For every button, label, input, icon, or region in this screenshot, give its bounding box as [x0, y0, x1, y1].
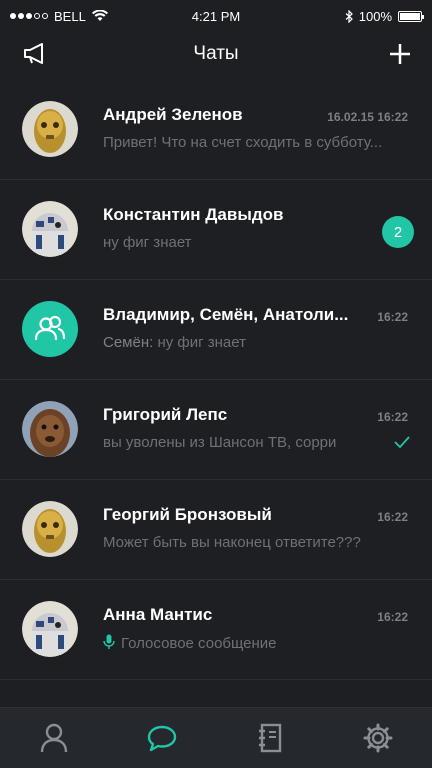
chat-list: Андрей Зеленов 16.02.15 16:22 Привет! Чт… — [0, 80, 432, 680]
message-text: ну фиг знает — [157, 334, 246, 351]
message-time: 16:22 — [377, 310, 408, 324]
tab-address-book[interactable] — [216, 708, 324, 768]
gear-icon — [363, 723, 393, 753]
message-time: 16.02.15 16:22 — [327, 110, 408, 124]
message-text: Голосовое сообщение — [121, 635, 277, 652]
sender-name: Семён: — [103, 334, 154, 351]
contact-name: Владимир, Семён, Анатоли... — [103, 305, 349, 324]
battery-percent: 100% — [358, 8, 392, 24]
chat-item[interactable]: Григорий Лепс 16:22 вы уволены из Шансон… — [0, 380, 432, 480]
unread-badge: 2 — [382, 216, 414, 248]
message-preview: Голосовое сообщение — [103, 634, 277, 652]
contact-name: Георгий Бронзовый — [103, 505, 272, 524]
person-icon — [40, 723, 68, 753]
signal-strength-icon — [10, 13, 48, 19]
chat-item[interactable]: Анна Мантис 16:22 Голосовое сообщение — [0, 580, 432, 680]
status-right: 100% — [345, 8, 424, 24]
tab-bar — [0, 707, 432, 768]
message-time: 16:22 — [377, 510, 408, 524]
chat-item[interactable]: Константин Давыдов ну фиг знает 2 — [0, 180, 432, 280]
plus-icon[interactable] — [388, 42, 412, 66]
notebook-icon — [259, 723, 282, 753]
group-icon — [22, 301, 78, 357]
page-title: Чаты — [193, 43, 239, 64]
microphone-icon — [103, 634, 115, 649]
gold-robot-avatar — [22, 501, 78, 557]
astromech-robot-avatar — [22, 601, 78, 657]
tab-settings[interactable] — [324, 708, 432, 768]
battery-icon — [398, 10, 424, 22]
chat-item[interactable]: Георгий Бронзовый 16:22 Может быть вы на… — [0, 480, 432, 580]
status-bar: BELL 4:21 PM 100% — [0, 0, 432, 32]
tab-chats[interactable] — [108, 708, 216, 768]
contact-name: Григорий Лепс — [103, 405, 228, 424]
message-preview: Может быть вы наконец ответите??? — [103, 534, 361, 551]
chat-item[interactable]: Владимир, Семён, Анатоли... 16:22 Семён:… — [0, 280, 432, 380]
status-left: BELL — [10, 9, 108, 24]
message-preview: вы уволены из Шансон ТВ, сорри — [103, 434, 337, 451]
contact-name: Анна Мантис — [103, 605, 213, 624]
tab-contacts[interactable] — [0, 708, 108, 768]
read-check-icon — [394, 436, 410, 448]
bluetooth-icon — [345, 9, 353, 23]
gold-robot-avatar — [22, 101, 78, 157]
message-preview: Привет! Что на счет сходить в субботу... — [103, 134, 383, 151]
message-preview: Семён: ну фиг знает — [103, 334, 246, 351]
message-time: 16:22 — [377, 410, 408, 424]
chat-item[interactable]: Андрей Зеленов 16.02.15 16:22 Привет! Чт… — [0, 80, 432, 180]
message-preview: ну фиг знает — [103, 234, 192, 251]
message-time: 16:22 — [377, 610, 408, 624]
navigation-bar: Чаты — [0, 32, 432, 76]
furry-avatar — [22, 401, 78, 457]
contact-name: Константин Давыдов — [103, 205, 284, 224]
astromech-robot-avatar — [22, 201, 78, 257]
chat-bubble-icon — [147, 725, 177, 752]
contact-name: Андрей Зеленов — [103, 105, 243, 124]
wifi-icon — [91, 10, 108, 21]
megaphone-icon[interactable] — [22, 42, 50, 66]
carrier-label: BELL — [54, 8, 86, 24]
